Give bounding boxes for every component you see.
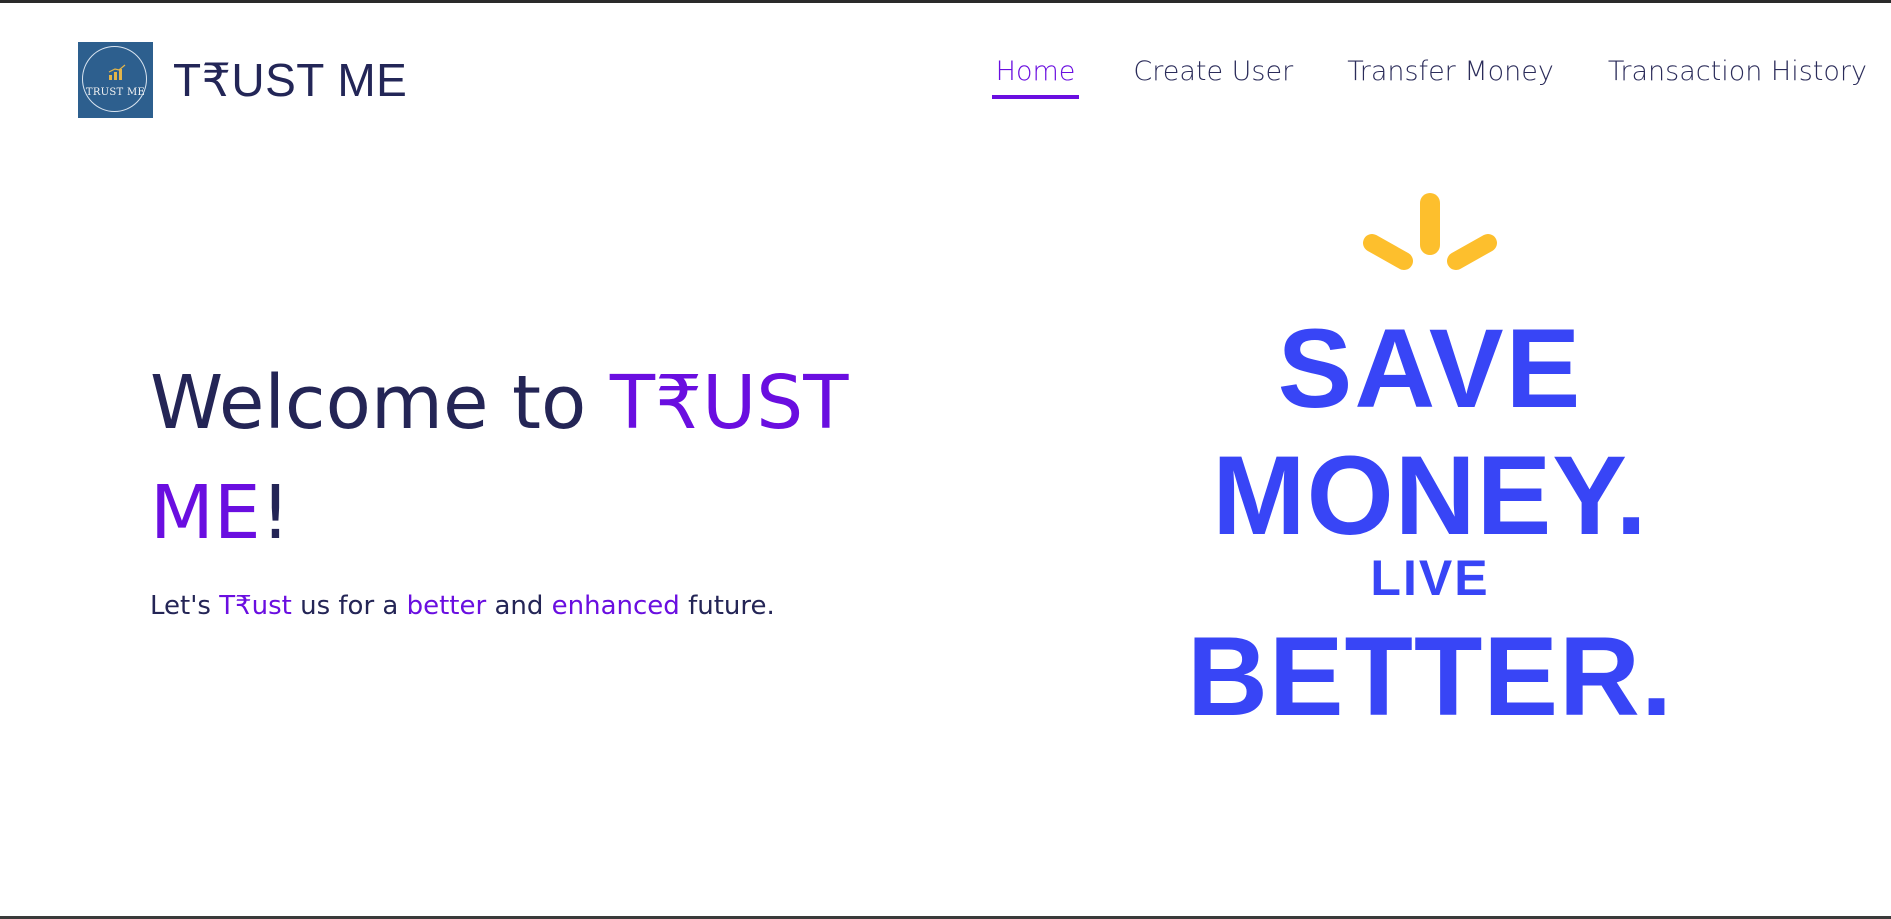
logo-chart-icon — [108, 64, 126, 80]
nav-create-user[interactable]: Create User — [1133, 57, 1293, 99]
page-frame: TRUST ME T₹UST ME Home Create User Trans… — [0, 0, 1891, 919]
hero-title-prefix: Welcome to — [150, 360, 610, 446]
logo-text: TRUST ME — [85, 87, 146, 98]
spark-rays-icon — [1363, 193, 1497, 270]
nav-home[interactable]: Home — [991, 57, 1080, 99]
subtitle-part-3: and — [486, 591, 552, 621]
hero-title: Welcome to T₹UST ME! — [150, 348, 870, 568]
subtitle-part-4: future. — [679, 591, 775, 621]
hero-subtitle: Let's T₹ust us for a better and enhanced… — [150, 591, 775, 621]
hero-title-suffix: ! — [260, 470, 291, 556]
subtitle-better: better — [406, 591, 487, 621]
nav-transfer-money[interactable]: Transfer Money — [1347, 57, 1554, 99]
subtitle-part-2: us for a — [291, 591, 407, 621]
poster-save: SAVE — [1277, 306, 1583, 431]
subtitle-trust: T₹ust — [219, 591, 292, 621]
poster-better: BETTER. — [1186, 614, 1674, 739]
brand-name: T₹UST ME — [173, 54, 408, 106]
subtitle-enhanced: enhanced — [551, 591, 680, 621]
main-nav: Home Create User Transfer Money Transact… — [938, 57, 1867, 99]
nav-transaction-history[interactable]: Transaction History — [1608, 57, 1867, 99]
poster-money: MONEY. — [1212, 433, 1648, 558]
save-money-poster: SAVE MONEY. LIVE BETTER. — [1180, 193, 1680, 733]
trust-me-logo-icon: TRUST ME — [78, 42, 153, 118]
poster-live: LIVE — [1370, 550, 1490, 606]
subtitle-part-1: Let's — [150, 591, 220, 621]
brand-home-link[interactable]: TRUST ME T₹UST ME — [78, 42, 407, 118]
